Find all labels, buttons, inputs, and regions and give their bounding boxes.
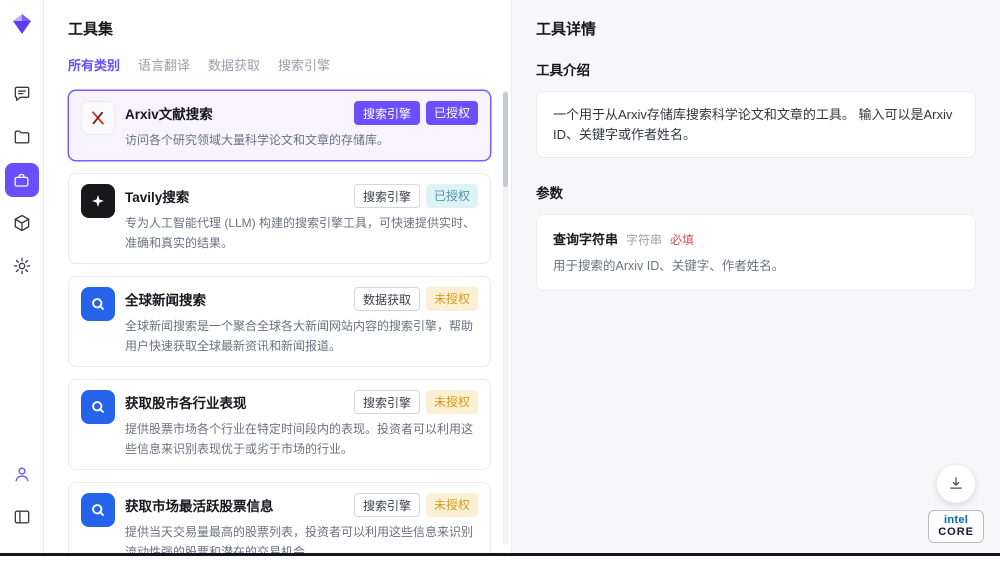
intel-core-badge: intel CORE	[928, 510, 984, 543]
tool-name: 全球新闻搜索	[125, 287, 206, 309]
tool-description: 全球新闻搜索是一个聚合全球各大新闻网站内容的搜索引擎，帮助用户快速获取全球最新资…	[125, 317, 478, 356]
tool-card-body: Arxiv文献搜索 搜索引擎 已授权 访问各个研究领域大量科学论文和文章的存储库…	[125, 101, 478, 150]
param-required-flag: 必填	[670, 231, 694, 248]
intro-heading: 工具介绍	[536, 59, 976, 79]
param-card: 查询字符串 字符串 必填 用于搜索的Arxiv ID、关键字、作者姓名。	[536, 214, 976, 291]
tool-card-global-news[interactable]: 全球新闻搜索 数据获取 未授权 全球新闻搜索是一个聚合全球各大新闻网站内容的搜索…	[68, 276, 491, 367]
tool-badges: 搜索引擎 未授权	[354, 493, 478, 517]
auth-status-badge: 未授权	[426, 287, 478, 311]
arxiv-logo-icon	[81, 101, 115, 135]
tool-badges: 搜索引擎 已授权	[354, 184, 478, 208]
core-logo-text: CORE	[938, 526, 974, 538]
auth-status-badge: 已授权	[426, 101, 478, 125]
tool-badges: 搜索引擎 未授权	[354, 390, 478, 414]
nav-user-icon[interactable]	[5, 457, 39, 491]
tool-card-body: 全球新闻搜索 数据获取 未授权 全球新闻搜索是一个聚合全球各大新闻网站内容的搜索…	[125, 287, 478, 356]
param-description: 用于搜索的Arxiv ID、关键字、作者姓名。	[553, 257, 959, 276]
nav-settings-icon[interactable]	[5, 249, 39, 283]
tool-description: 访问各个研究领域大量科学论文和文章的存储库。	[125, 131, 478, 150]
category-badge: 搜索引擎	[354, 493, 420, 517]
tool-description: 专为人工智能代理 (LLM) 构建的搜索引擎工具，可快速提供实时、准确和真实的结…	[125, 214, 478, 253]
tool-name: 获取市场最活跃股票信息	[125, 493, 274, 515]
tab-all-categories[interactable]: 所有类别	[68, 55, 120, 74]
tools-header: 工具集 所有类别 语言翻译 数据获取 搜索引擎	[44, 18, 511, 88]
auth-status-badge: 已授权	[426, 184, 478, 208]
download-icon	[947, 475, 965, 493]
tool-card-body: 获取股市各行业表现 搜索引擎 未授权 提供股票市场各个行业在特定时间段内的表现。…	[125, 390, 478, 459]
page-title: 工具集	[68, 18, 487, 39]
category-badge: 搜索引擎	[354, 390, 420, 414]
nav-folder-icon[interactable]	[5, 120, 39, 154]
tool-badges: 搜索引擎 已授权	[354, 101, 478, 125]
tab-search-engine[interactable]: 搜索引擎	[278, 55, 330, 74]
floating-controls: intel CORE	[928, 465, 984, 543]
auth-status-badge: 未授权	[426, 493, 478, 517]
param-name: 查询字符串	[553, 229, 618, 248]
tool-card-active-stocks[interactable]: 获取市场最活跃股票信息 搜索引擎 未授权 提供当天交易量最高的股票列表，投资者可…	[68, 482, 491, 553]
tool-card-arxiv[interactable]: Arxiv文献搜索 搜索引擎 已授权 访问各个研究领域大量科学论文和文章的存储库…	[68, 90, 491, 161]
category-badge: 搜索引擎	[354, 184, 420, 208]
app-logo-icon	[10, 12, 34, 41]
auth-status-badge: 未授权	[426, 390, 478, 414]
nav-panel-toggle-icon[interactable]	[5, 500, 39, 534]
category-badge: 搜索引擎	[354, 101, 420, 125]
tool-badges: 数据获取 未授权	[354, 287, 478, 311]
tool-description: 提供股票市场各个行业在特定时间段内的表现。投资者可以利用这些信息来识别表现优于或…	[125, 420, 478, 459]
category-badge: 数据获取	[354, 287, 420, 311]
download-button[interactable]	[937, 465, 975, 503]
nav-chat-icon[interactable]	[5, 77, 39, 111]
tool-card-body: 获取市场最活跃股票信息 搜索引擎 未授权 提供当天交易量最高的股票列表，投资者可…	[125, 493, 478, 553]
tab-language-translation[interactable]: 语言翻译	[138, 55, 190, 74]
nav-briefcase-icon[interactable]	[5, 163, 39, 197]
finance-provider-logo-icon	[81, 390, 115, 424]
intel-logo-text: intel	[944, 514, 968, 526]
tool-name: Arxiv文献搜索	[125, 101, 213, 123]
scrollbar-thumb[interactable]	[503, 92, 508, 187]
category-tabs: 所有类别 语言翻译 数据获取 搜索引擎	[68, 55, 487, 74]
params-heading: 参数	[536, 182, 976, 202]
finance-provider-logo-icon	[81, 493, 115, 527]
tool-name: 获取股市各行业表现	[125, 390, 247, 412]
tool-name: Tavily搜索	[125, 184, 189, 206]
tool-list: Arxiv文献搜索 搜索引擎 已授权 访问各个研究领域大量科学论文和文章的存储库…	[44, 88, 511, 553]
app-window: 工具集 所有类别 语言翻译 数据获取 搜索引擎 Arxiv文	[0, 0, 1000, 556]
param-type: 字符串	[626, 231, 662, 248]
tool-card-body: Tavily搜索 搜索引擎 已授权 专为人工智能代理 (LLM) 构建的搜索引擎…	[125, 184, 478, 253]
tavily-logo-icon	[81, 184, 115, 218]
tab-data-fetch[interactable]: 数据获取	[208, 55, 260, 74]
tools-panel: 工具集 所有类别 语言翻译 数据获取 搜索引擎 Arxiv文	[44, 0, 512, 553]
tool-card-sector-performance[interactable]: 获取股市各行业表现 搜索引擎 未授权 提供股票市场各个行业在特定时间段内的表现。…	[68, 379, 491, 470]
nav-box-icon[interactable]	[5, 206, 39, 240]
icon-rail	[0, 0, 44, 553]
tool-intro-text: 一个用于从Arxiv存储库搜索科学论文和文章的工具。 输入可以是Arxiv ID…	[536, 91, 976, 158]
tool-card-tavily[interactable]: Tavily搜索 搜索引擎 已授权 专为人工智能代理 (LLM) 构建的搜索引擎…	[68, 173, 491, 264]
tool-detail-panel: 工具详情 工具介绍 一个用于从Arxiv存储库搜索科学论文和文章的工具。 输入可…	[512, 0, 1000, 553]
tool-description: 提供当天交易量最高的股票列表，投资者可以利用这些信息来识别流动性强的股票和潜在的…	[125, 523, 478, 553]
news-provider-logo-icon	[81, 287, 115, 321]
detail-title: 工具详情	[536, 18, 976, 39]
